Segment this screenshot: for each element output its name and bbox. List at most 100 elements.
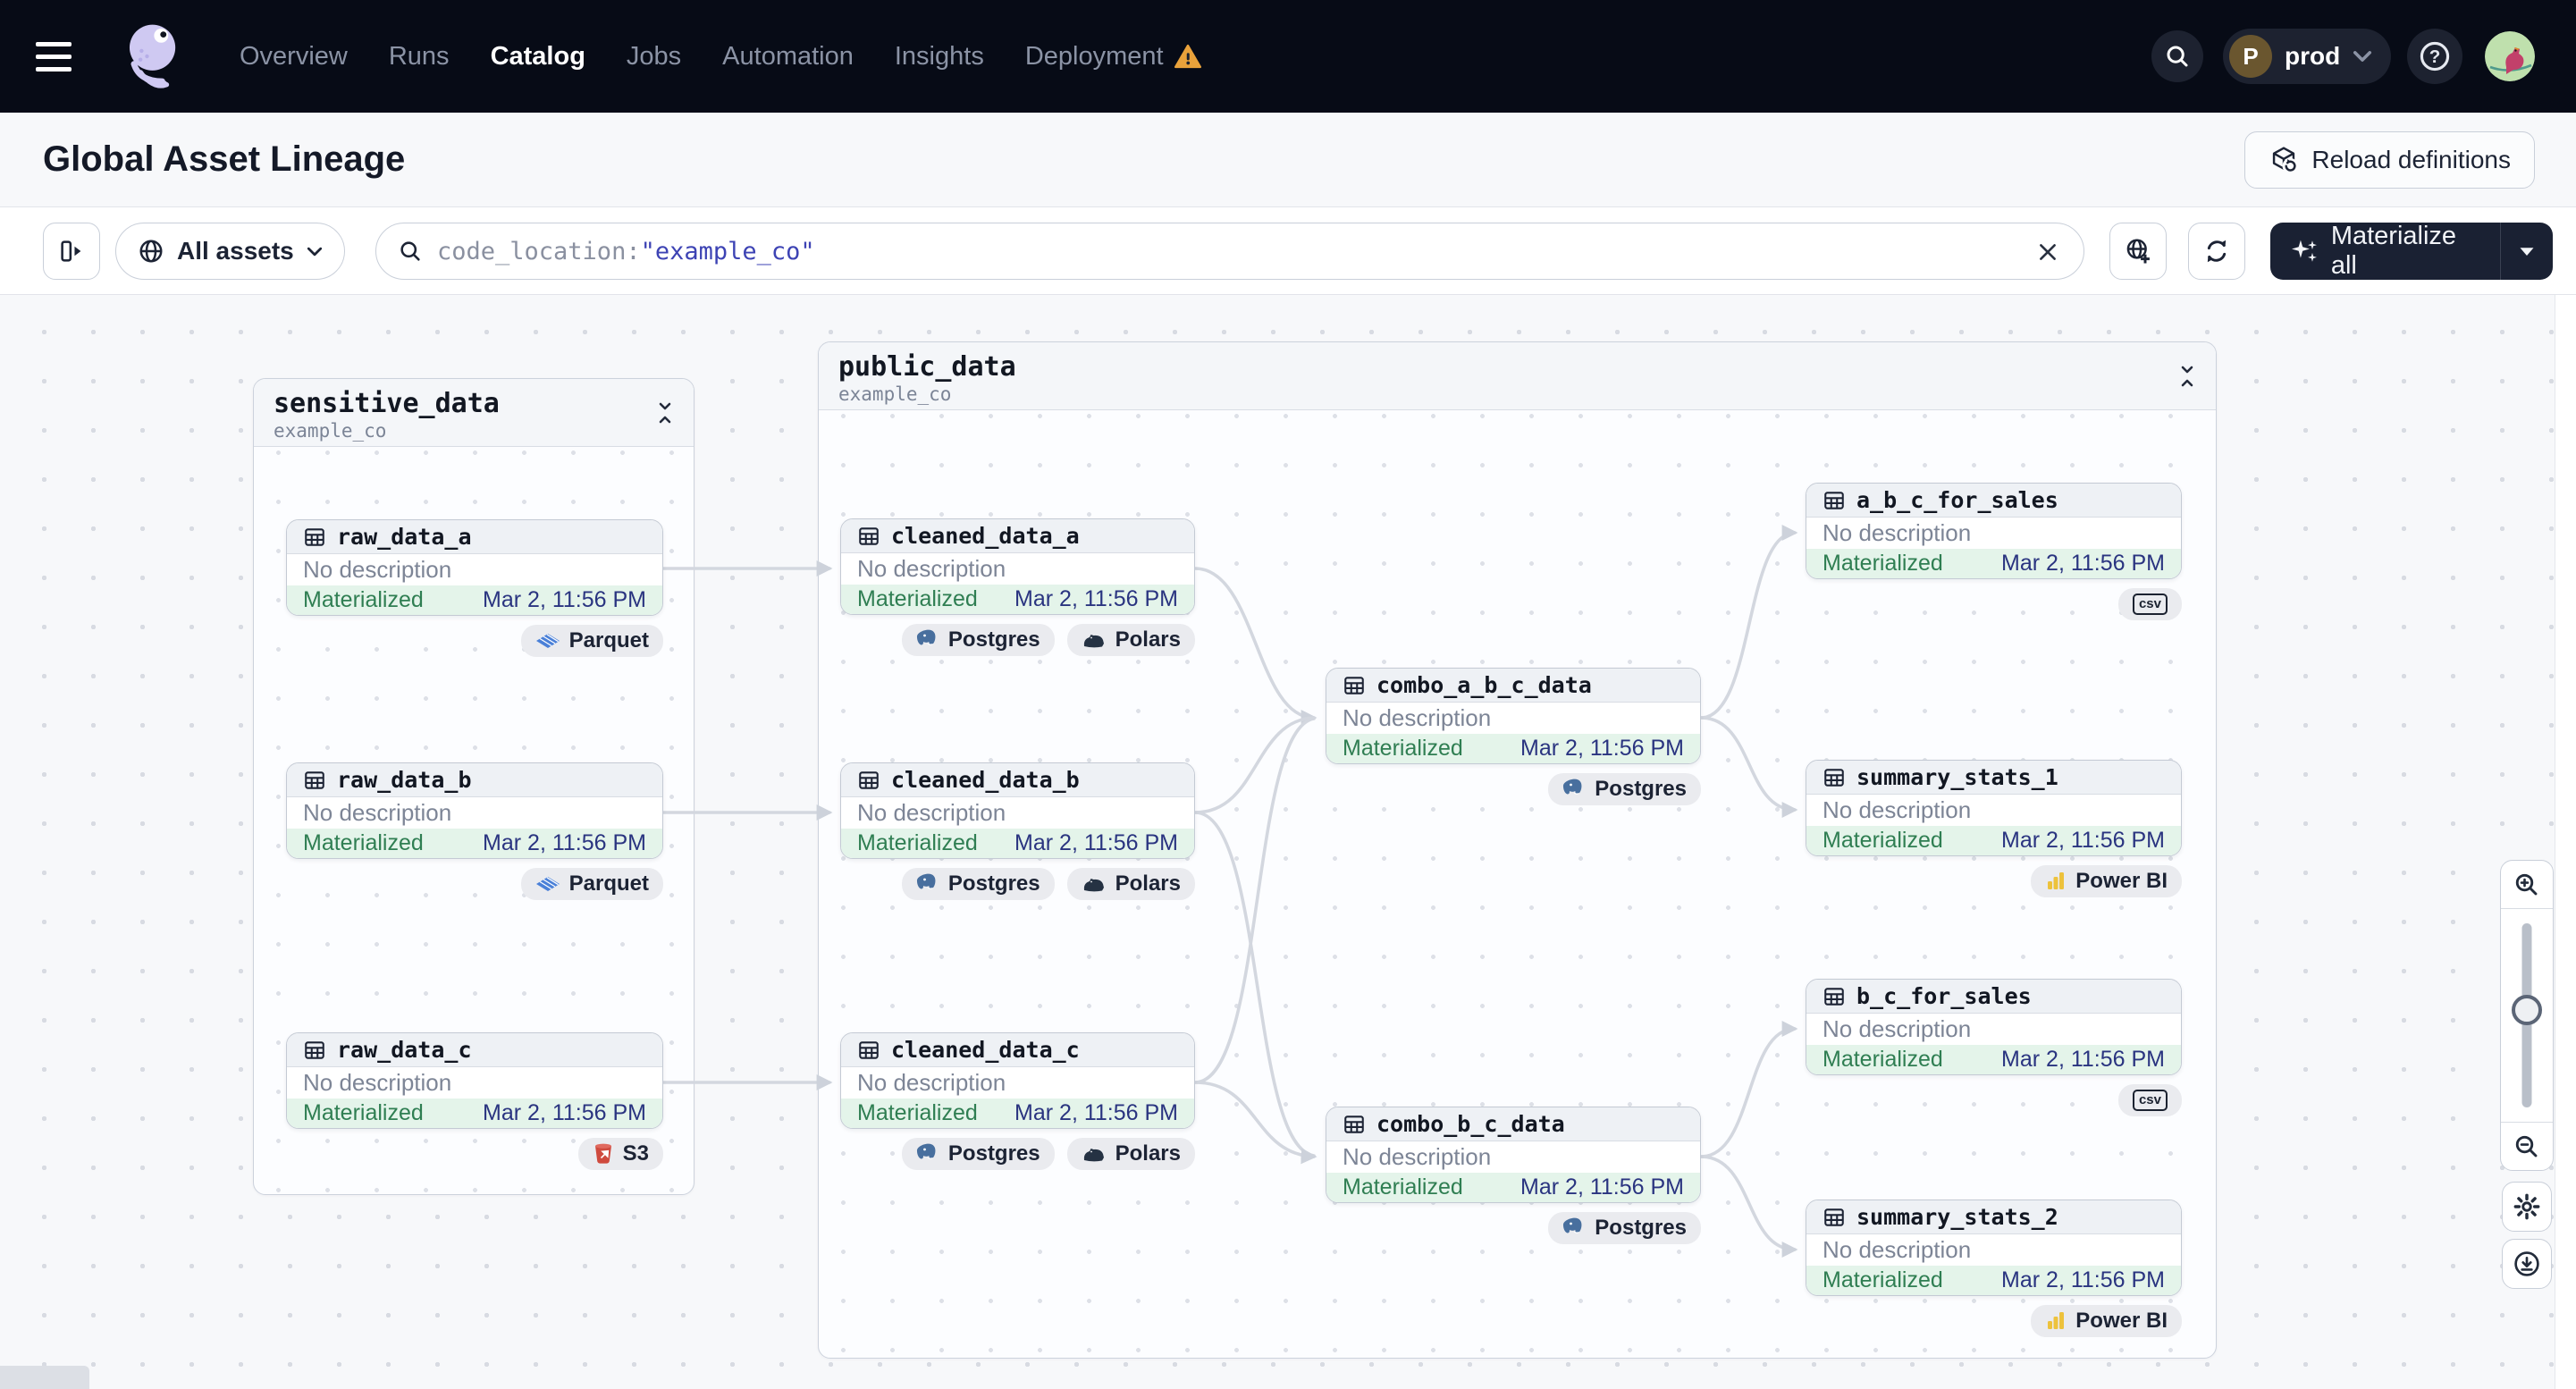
asset-status-row: Materialized Mar 2, 11:56 PM bbox=[1806, 826, 2181, 855]
chevron-down-icon bbox=[2520, 248, 2534, 256]
toggle-sidebar-button[interactable] bbox=[43, 223, 100, 280]
chevron-down-icon bbox=[307, 247, 322, 256]
asset-node-cleaned-data-a[interactable]: cleaned_data_a No description Materializ… bbox=[840, 518, 1195, 615]
materialization-timestamp: Mar 2, 11:56 PM bbox=[2001, 828, 2165, 853]
tag-postgres[interactable]: Postgres bbox=[1548, 1212, 1701, 1244]
postgres-icon bbox=[916, 873, 936, 889]
tag-csv[interactable]: csv bbox=[2117, 1084, 2182, 1116]
question-icon: ? bbox=[2420, 41, 2450, 72]
nav-item-catalog[interactable]: Catalog bbox=[491, 42, 585, 72]
power-bi-icon bbox=[2048, 1312, 2065, 1329]
asset-node-cleaned-data-c[interactable]: cleaned_data_c No description Materializ… bbox=[840, 1032, 1195, 1129]
tag-polars[interactable]: Polars bbox=[1066, 868, 1195, 900]
zoom-slider-thumb[interactable] bbox=[2512, 995, 2542, 1025]
table-icon bbox=[1824, 1208, 1844, 1226]
download-image-button[interactable] bbox=[2502, 1239, 2552, 1289]
tag-polars[interactable]: Polars bbox=[1066, 1138, 1195, 1170]
reload-definitions-button[interactable]: Reload definitions bbox=[2244, 131, 2535, 189]
tag-postgres[interactable]: Postgres bbox=[901, 624, 1055, 656]
lineage-graph[interactable]: sensitive_data example_co public_data ex… bbox=[0, 295, 2555, 1389]
zoom-in-button[interactable] bbox=[2501, 861, 2553, 909]
zoom-out-button[interactable] bbox=[2501, 1122, 2553, 1170]
asset-description: No description bbox=[1823, 1015, 1972, 1042]
zoom-slider[interactable] bbox=[2501, 909, 2553, 1122]
nav-item-runs[interactable]: Runs bbox=[389, 42, 450, 72]
nav-item-jobs[interactable]: Jobs bbox=[627, 42, 681, 72]
materialization-timestamp: Mar 2, 11:56 PM bbox=[2001, 1267, 2165, 1292]
user-avatar[interactable] bbox=[2485, 31, 2535, 81]
asset-status-row: Materialized Mar 2, 11:56 PM bbox=[1326, 1173, 1700, 1202]
asset-node-header: cleaned_data_b bbox=[841, 763, 1194, 797]
asset-status-row: Materialized Mar 2, 11:56 PM bbox=[841, 1099, 1194, 1128]
tag-postgres[interactable]: Postgres bbox=[1548, 773, 1701, 805]
nav-item-deployment[interactable]: Deployment bbox=[1025, 42, 1201, 72]
collapse-group-icon[interactable] bbox=[651, 399, 679, 427]
asset-node-raw-data-c[interactable]: raw_data_c No description Materialized M… bbox=[286, 1032, 663, 1129]
asset-description: No description bbox=[303, 556, 452, 583]
tag-postgres[interactable]: Postgres bbox=[901, 868, 1055, 900]
refresh-icon bbox=[2207, 240, 2227, 263]
status-badge: Materialized bbox=[303, 1100, 424, 1125]
materialize-all-main[interactable]: Materialize all bbox=[2270, 222, 2500, 280]
materialization-timestamp: Mar 2, 11:56 PM bbox=[1014, 586, 1178, 611]
chevron-down-icon bbox=[2353, 51, 2372, 62]
avatar-bird-image bbox=[2485, 31, 2535, 81]
materialize-dropdown-button[interactable] bbox=[2501, 223, 2553, 280]
deployment-switcher[interactable]: P prod bbox=[2223, 29, 2391, 84]
asset-node-header: a_b_c_for_sales bbox=[1806, 484, 2181, 518]
asset-node-a-b-c-for-sales[interactable]: a_b_c_for_sales No description Materiali… bbox=[1806, 483, 2182, 579]
menu-icon[interactable] bbox=[36, 27, 95, 86]
asset-node-header: cleaned_data_c bbox=[841, 1033, 1194, 1067]
global-search-button[interactable] bbox=[2151, 30, 2203, 82]
asset-node-combo-b-c-data[interactable]: combo_b_c_data No description Materializ… bbox=[1326, 1107, 1701, 1203]
asset-node-summary-stats-1[interactable]: summary_stats_1 No description Materiali… bbox=[1806, 760, 2182, 856]
search-icon bbox=[2167, 46, 2188, 67]
horizontal-scrollbar[interactable] bbox=[0, 1366, 89, 1389]
asset-node-cleaned-data-b[interactable]: cleaned_data_b No description Materializ… bbox=[840, 762, 1195, 859]
materialization-timestamp: Mar 2, 11:56 PM bbox=[1014, 1100, 1178, 1125]
group-header[interactable]: sensitive_data example_co bbox=[254, 379, 694, 447]
download-icon bbox=[2514, 1251, 2539, 1276]
asset-node-raw-data-b[interactable]: raw_data_b No description Materialized M… bbox=[286, 762, 663, 859]
refresh-button[interactable] bbox=[2188, 223, 2245, 280]
nav-item-overview[interactable]: Overview bbox=[240, 42, 348, 72]
asset-node-b-c-for-sales[interactable]: b_c_for_sales No description Materialize… bbox=[1806, 979, 2182, 1075]
asset-description: No description bbox=[1343, 704, 1492, 731]
materialize-all-button[interactable]: Materialize all bbox=[2270, 222, 2553, 280]
asset-node-combo-a-b-c-data[interactable]: combo_a_b_c_data No description Material… bbox=[1326, 668, 1701, 764]
asset-node-header: raw_data_c bbox=[287, 1033, 662, 1067]
vertical-scrollbar-gutter[interactable] bbox=[2555, 295, 2576, 1389]
tag-power-bi[interactable]: Power BI bbox=[2031, 1305, 2182, 1337]
clear-search-button[interactable] bbox=[2032, 236, 2064, 268]
tag-csv[interactable]: csv bbox=[2117, 588, 2182, 620]
tag-polars[interactable]: Polars bbox=[1066, 624, 1195, 656]
sparkles-icon bbox=[2292, 240, 2317, 262]
asset-node-header: combo_b_c_data bbox=[1326, 1107, 1700, 1141]
dagster-logo-icon[interactable] bbox=[120, 18, 189, 95]
nav-item-automation[interactable]: Automation bbox=[722, 42, 854, 72]
asset-status-row: Materialized Mar 2, 11:56 PM bbox=[1806, 1266, 2181, 1295]
tag-power-bi[interactable]: Power BI bbox=[2031, 865, 2182, 897]
tag-s3[interactable]: S3 bbox=[577, 1138, 663, 1170]
asset-search-input[interactable]: code_location:"example_co" bbox=[375, 223, 2084, 280]
asset-node-raw-data-a[interactable]: raw_data_a No description Materialized M… bbox=[286, 519, 663, 616]
graph-query-button[interactable] bbox=[2109, 223, 2167, 280]
nav-item-insights[interactable]: Insights bbox=[895, 42, 984, 72]
asset-node-summary-stats-2[interactable]: summary_stats_2 No description Materiali… bbox=[1806, 1200, 2182, 1296]
tag-postgres[interactable]: Postgres bbox=[901, 1138, 1055, 1170]
asset-description: No description bbox=[1823, 1236, 1972, 1263]
materialize-all-label: Materialize all bbox=[2330, 222, 2457, 280]
table-icon bbox=[1344, 1115, 1364, 1133]
tag-parquet[interactable]: Parquet bbox=[520, 868, 663, 900]
asset-node-header: combo_a_b_c_data bbox=[1326, 669, 1700, 703]
materialization-timestamp: Mar 2, 11:56 PM bbox=[1014, 830, 1178, 855]
collapse-group-icon[interactable] bbox=[2173, 362, 2201, 391]
asset-scope-filter[interactable]: All assets bbox=[115, 223, 345, 280]
graph-settings-button[interactable] bbox=[2502, 1182, 2552, 1232]
asset-node-header: raw_data_a bbox=[287, 520, 662, 554]
help-button[interactable]: ? bbox=[2407, 29, 2462, 84]
group-header[interactable]: public_data example_co bbox=[819, 342, 2216, 410]
tag-parquet[interactable]: Parquet bbox=[520, 625, 663, 657]
asset-status-row: Materialized Mar 2, 11:56 PM bbox=[287, 585, 662, 615]
postgres-icon bbox=[916, 629, 936, 645]
